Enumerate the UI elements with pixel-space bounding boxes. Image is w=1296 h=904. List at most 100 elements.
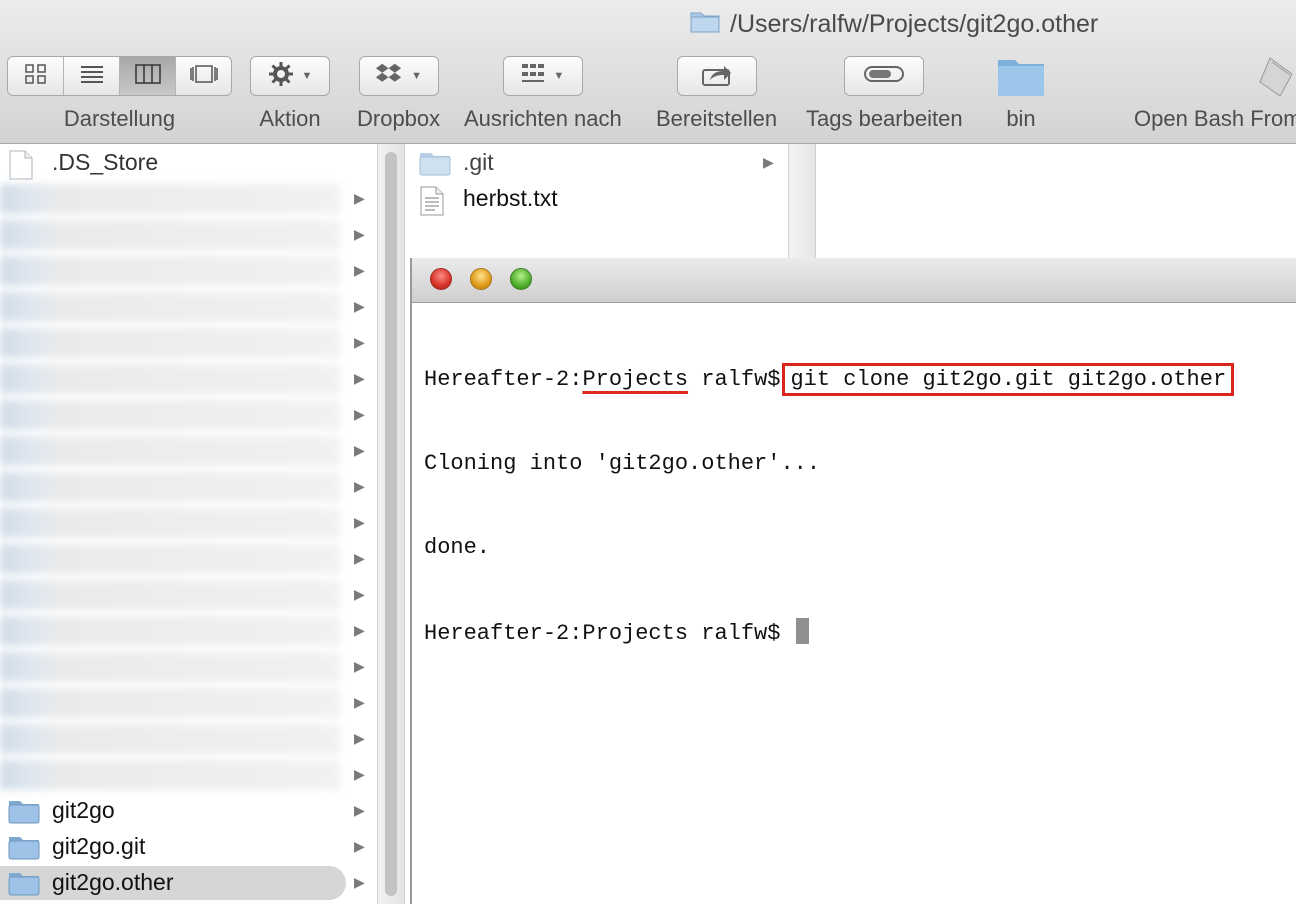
list-item-herbst-txt[interactable]: herbst.txt xyxy=(405,182,777,216)
tag-toggle-icon xyxy=(864,64,905,89)
bin-label: bin xyxy=(1006,106,1036,131)
blurred-content xyxy=(0,688,340,718)
blurred-content xyxy=(0,652,340,682)
terminal-window[interactable]: Hereafter-2:Projects ralfw$ git clone git… xyxy=(410,258,1296,904)
disclosure-arrow-icon: ▶ xyxy=(354,406,365,422)
list-item-blurred[interactable]: ▶ xyxy=(0,470,372,504)
column-divider[interactable] xyxy=(788,144,816,258)
column-1-scrollbar[interactable] xyxy=(377,144,405,904)
chevron-down-icon: ▼ xyxy=(411,70,423,82)
blurred-content xyxy=(0,328,340,358)
prompt: Hereafter-2:Projects ralfw$ xyxy=(424,621,794,646)
folder-icon xyxy=(8,834,40,865)
list-item-blurred[interactable]: ▶ xyxy=(0,218,372,252)
list-item-blurred[interactable]: ▶ xyxy=(0,578,372,612)
coverflow-icon xyxy=(189,64,219,89)
disclosure-arrow-icon: ▶ xyxy=(354,334,365,350)
disclosure-arrow-icon: ▶ xyxy=(354,766,365,782)
column-view-button[interactable] xyxy=(120,57,176,95)
icon-view-button[interactable] xyxy=(8,57,64,95)
text-file-icon xyxy=(419,186,445,221)
action-button[interactable]: ▼ xyxy=(250,56,330,96)
list-icon xyxy=(80,64,104,89)
folder-icon[interactable] xyxy=(996,56,1046,96)
finder-column-1: .DS_Store ▶ ▶ ▶ ▶ ▶ ▶ ▶ ▶ ▶ ▶ ▶ ▶ ▶ ▶ ▶ ▶ ▶ git2go ▶ git2go… xyxy=(0,144,377,904)
dropbox-label: Dropbox xyxy=(357,106,441,131)
tags-button[interactable] xyxy=(844,56,925,96)
blurred-content xyxy=(0,220,340,250)
disclosure-arrow-icon: ▶ xyxy=(354,730,365,746)
disclosure-arrow-icon: ▶ xyxy=(354,298,365,314)
list-item-blurred[interactable]: ▶ xyxy=(0,398,372,432)
list-item-blurred[interactable]: ▶ xyxy=(0,362,372,396)
minimize-button[interactable] xyxy=(470,268,492,290)
list-item-blurred[interactable]: ▶ xyxy=(0,434,372,468)
action-control: ▼ Aktion xyxy=(250,56,330,132)
scrollbar-thumb[interactable] xyxy=(385,152,397,896)
view-label: Darstellung xyxy=(63,106,176,131)
item-name: git2go.git xyxy=(52,833,146,859)
chevron-down-icon: ▼ xyxy=(553,70,565,82)
coverflow-view-button[interactable] xyxy=(176,57,231,95)
view-control: Darstellung xyxy=(7,56,232,132)
blurred-content xyxy=(0,364,340,394)
disclosure-arrow-icon: ▶ xyxy=(354,694,365,710)
gear-icon xyxy=(268,61,294,92)
blurred-content xyxy=(0,760,340,790)
list-item-blurred[interactable]: ▶ xyxy=(0,614,372,648)
list-view-button[interactable] xyxy=(64,57,120,95)
list-item-blurred[interactable]: ▶ xyxy=(0,722,372,756)
command-line: Hereafter-2:Projects ralfw$ git clone git… xyxy=(424,363,1235,396)
open-bash-control[interactable]: Open Bash From xyxy=(1134,56,1296,132)
folder-icon xyxy=(419,150,451,181)
script-icon[interactable] xyxy=(1258,56,1296,97)
list-item-folder[interactable]: git2go ▶ xyxy=(0,794,372,828)
disclosure-arrow-icon: ▶ xyxy=(354,658,365,674)
item-name: git2go xyxy=(52,797,115,823)
bin-control[interactable]: bin xyxy=(996,56,1046,132)
list-item-blurred[interactable]: ▶ xyxy=(0,254,372,288)
list-item-blurred[interactable]: ▶ xyxy=(0,758,372,792)
list-item-blurred[interactable]: ▶ xyxy=(0,506,372,540)
arrange-button[interactable]: ▼ xyxy=(502,56,583,96)
disclosure-arrow-icon: ▶ xyxy=(354,370,365,386)
blurred-content xyxy=(0,436,340,466)
list-item-ds-store[interactable]: .DS_Store xyxy=(0,146,372,180)
item-name: .git xyxy=(463,149,494,175)
window-path: /Users/ralfw/Projects/git2go.other xyxy=(730,9,1099,38)
disclosure-arrow-icon: ▶ xyxy=(354,478,365,494)
arrange-icon xyxy=(521,63,545,90)
dropbox-button[interactable]: ▼ xyxy=(358,56,439,96)
list-item-blurred[interactable]: ▶ xyxy=(0,290,372,324)
dropbox-control: ▼ Dropbox xyxy=(357,56,440,132)
blurred-content xyxy=(0,400,340,430)
list-item-blurred[interactable]: ▶ xyxy=(0,686,372,720)
finder-column-2: .git ▶ herbst.txt xyxy=(405,144,788,258)
list-item-blurred[interactable]: ▶ xyxy=(0,326,372,360)
zoom-button[interactable] xyxy=(510,268,532,290)
terminal-titlebar[interactable] xyxy=(412,258,1296,303)
disclosure-arrow-icon: ▶ xyxy=(354,442,365,458)
list-item-folder[interactable]: git2go.other ▶ xyxy=(0,866,372,900)
prompt-line: Hereafter-2:Projects ralfw$ xyxy=(424,618,1230,646)
prompt-host: Hereafter-2: xyxy=(424,367,583,392)
blurred-content xyxy=(0,544,340,574)
share-button[interactable] xyxy=(676,56,757,96)
list-item-blurred[interactable]: ▶ xyxy=(0,182,372,216)
close-button[interactable] xyxy=(430,268,452,290)
output-line: Cloning into 'git2go.other'... xyxy=(424,451,821,476)
list-item-blurred[interactable]: ▶ xyxy=(0,650,372,684)
blurred-content xyxy=(0,508,340,538)
output-line: done. xyxy=(424,535,491,560)
list-item-folder[interactable]: git2go.git ▶ xyxy=(0,830,372,864)
blurred-content xyxy=(0,184,340,214)
terminal-output[interactable]: Hereafter-2:Projects ralfw$ git clone git… xyxy=(424,310,1235,702)
folder-icon xyxy=(690,9,720,40)
folder-icon xyxy=(8,870,40,901)
list-item-git[interactable]: .git ▶ xyxy=(405,146,777,180)
action-label: Aktion xyxy=(259,106,321,131)
disclosure-arrow-icon: ▶ xyxy=(354,262,365,278)
blurred-content xyxy=(0,580,340,610)
list-item-blurred[interactable]: ▶ xyxy=(0,542,372,576)
finder-window: /Users/ralfw/Projects/git2go.other Darst… xyxy=(0,0,1296,904)
